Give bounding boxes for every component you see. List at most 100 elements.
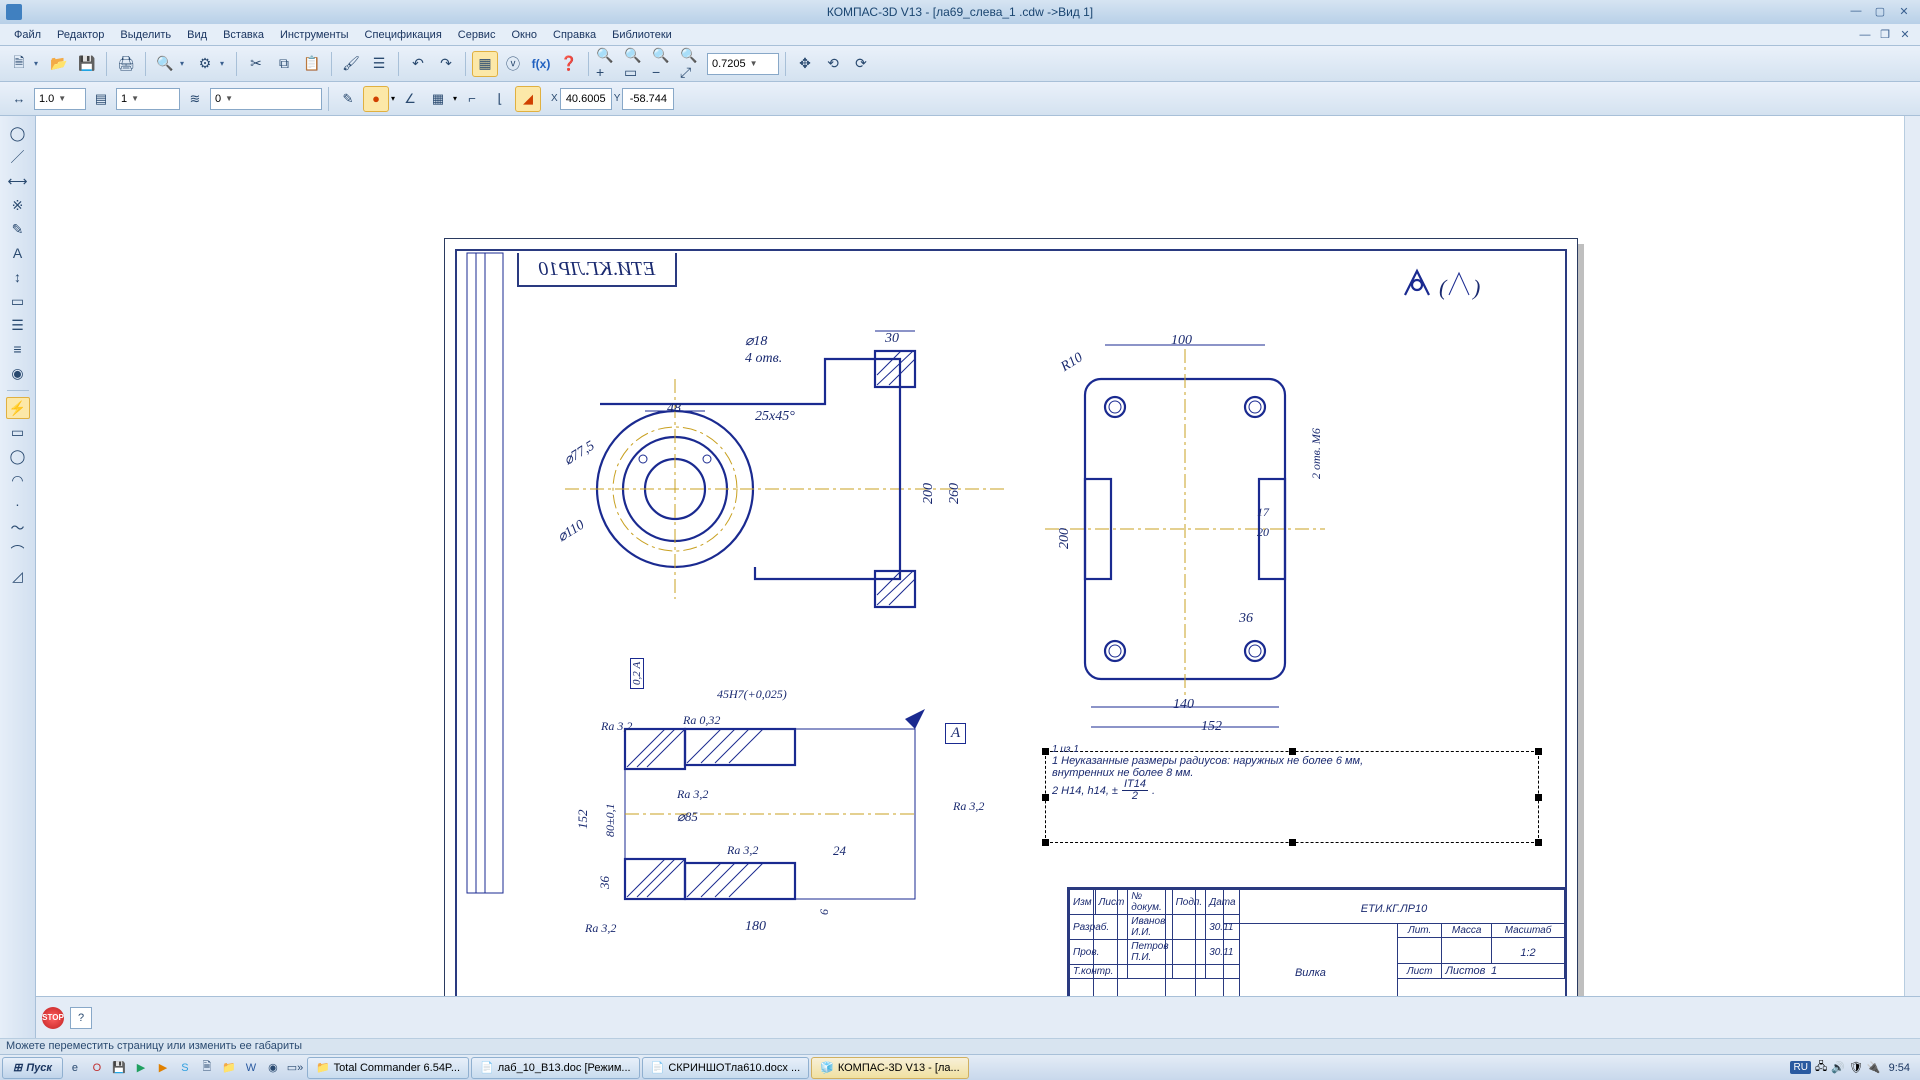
circle-tool-icon[interactable]: ◯ — [6, 445, 30, 467]
edit-tool-icon[interactable]: ✎ — [6, 218, 30, 240]
snap-toggle[interactable]: ● — [363, 86, 389, 112]
measure-tool-icon[interactable]: ↕ — [6, 266, 30, 288]
ql-chrome-icon[interactable]: ◉ — [263, 1058, 283, 1078]
line-tool-icon[interactable]: ／ — [6, 146, 30, 168]
layer-combo[interactable]: 1▼ — [116, 88, 180, 110]
spline-tool-icon[interactable]: ～ — [6, 517, 30, 539]
ql-word-icon[interactable]: W — [241, 1058, 261, 1078]
tech-notes-selected[interactable]: 1 из 1 1 Неуказанные размеры радиусов: н… — [1045, 751, 1539, 843]
menu-insert[interactable]: Вставка — [215, 26, 272, 44]
tray-usb-icon[interactable]: 🔌 — [1867, 1061, 1881, 1074]
report-tool-icon[interactable]: ≡ — [6, 338, 30, 360]
cut-button[interactable]: ✂ — [243, 51, 269, 77]
arc-tool-icon[interactable]: ◠ — [6, 469, 30, 491]
menu-tools[interactable]: Инструменты — [272, 26, 357, 44]
save-button[interactable]: 💾 — [74, 51, 100, 77]
task-tc[interactable]: 📁Total Commander 6.54P... — [307, 1057, 469, 1079]
ql-tc-icon[interactable]: 📁 — [219, 1058, 239, 1078]
layer-icon[interactable]: ▤ — [88, 86, 114, 112]
paste-button[interactable]: 📋 — [299, 51, 325, 77]
properties-button[interactable]: ☰ — [366, 51, 392, 77]
whatsthis-button[interactable]: ❓ — [556, 51, 582, 77]
zoom-combo[interactable]: 0.7205▼ — [707, 53, 779, 75]
workspace[interactable]: ЕТИ.КГ.ЛР10 — [36, 116, 1920, 1008]
zoom-out-button[interactable]: 🔍− — [651, 51, 677, 77]
active-tool-icon[interactable]: ⚡ — [6, 397, 30, 419]
panel-help-button[interactable]: ? — [70, 1007, 92, 1029]
edit-tool-icon[interactable]: ✎ — [335, 86, 361, 112]
mdi-minimize-button[interactable]: — — [1856, 28, 1874, 42]
mdi-close-button[interactable]: ✕ — [1896, 28, 1914, 42]
select-tool-icon[interactable]: ▭ — [6, 290, 30, 312]
redo-button[interactable]: ↷ — [433, 51, 459, 77]
geometry-tool-icon[interactable]: ◯ — [6, 122, 30, 144]
grid-toggle[interactable]: ▦ — [425, 86, 451, 112]
menu-libraries[interactable]: Библиотеки — [604, 26, 680, 44]
maximize-button[interactable]: ▢ — [1870, 3, 1890, 19]
ql-play-icon[interactable]: ▶ — [153, 1058, 173, 1078]
fx-button[interactable]: f(x) — [528, 51, 554, 77]
preview-button[interactable]: 🔍 — [152, 51, 178, 77]
ql-wmp-icon[interactable]: ▶ — [131, 1058, 151, 1078]
pan-button[interactable]: ✥ — [792, 51, 818, 77]
lineweight-combo[interactable]: 1.0▼ — [34, 88, 86, 110]
copy-button[interactable]: ⧉ — [271, 51, 297, 77]
print-button[interactable]: 🖨 — [113, 51, 139, 77]
chamfer-tool-icon[interactable]: ◿ — [6, 565, 30, 587]
menu-help[interactable]: Справка — [545, 26, 604, 44]
line-weight-icon[interactable]: ↔ — [6, 86, 32, 112]
scrollbar-vertical[interactable] — [1904, 116, 1920, 1008]
ql-ie-icon[interactable]: e — [65, 1058, 85, 1078]
start-button[interactable]: ⊞ Пуск — [2, 1057, 63, 1079]
clock[interactable]: 9:54 — [1885, 1062, 1914, 1074]
ql-skype-icon[interactable]: S — [175, 1058, 195, 1078]
menu-spec[interactable]: Спецификация — [357, 26, 450, 44]
style-combo[interactable]: 0▼ — [210, 88, 322, 110]
refresh-button[interactable]: ⟳ — [848, 51, 874, 77]
rect-tool-icon[interactable]: ▭ — [6, 421, 30, 443]
menu-window[interactable]: Окно — [503, 26, 545, 44]
open-button[interactable]: 📂 — [46, 51, 72, 77]
lang-indicator[interactable]: RU — [1790, 1061, 1810, 1074]
lcs-toggle[interactable]: ⌊ — [487, 86, 513, 112]
dimension-tool-icon[interactable]: ⟷ — [6, 170, 30, 192]
stop-button[interactable]: STOP — [42, 1007, 64, 1029]
angle-snap-icon[interactable]: ∠ — [397, 86, 423, 112]
menu-file[interactable]: Файл — [6, 26, 49, 44]
tray-volume-icon[interactable]: 🔊 — [1831, 1061, 1845, 1074]
task-word2[interactable]: 📄СКРИНШОТла610.docx ... — [642, 1057, 810, 1079]
symbols-tool-icon[interactable]: ※ — [6, 194, 30, 216]
library-manager-button[interactable]: ▦ — [472, 51, 498, 77]
undo-button[interactable]: ↶ — [405, 51, 431, 77]
task-word1[interactable]: 📄лаб_10_B13.doc [Режим... — [471, 1057, 640, 1079]
param-tool-icon[interactable]: A — [6, 242, 30, 264]
point-tool-icon[interactable]: · — [6, 493, 30, 515]
menu-view[interactable]: Вид — [179, 26, 215, 44]
minimize-button[interactable]: — — [1846, 3, 1866, 19]
ql-doc-icon[interactable]: 🗎 — [197, 1058, 217, 1078]
variables-button[interactable]: ⓥ — [500, 51, 526, 77]
menu-select[interactable]: Выделить — [112, 26, 179, 44]
task-kompas[interactable]: 🧊КОМПАС-3D V13 - [ла... — [811, 1057, 969, 1079]
menu-edit[interactable]: Редактор — [49, 26, 112, 44]
ql-desktop-icon[interactable]: ▭» — [285, 1058, 305, 1078]
ql-opera-icon[interactable]: O — [87, 1058, 107, 1078]
zoom-fit-button[interactable]: 🔍⤢ — [679, 51, 705, 77]
tray-network-icon[interactable]: 🖧 — [1815, 1058, 1827, 1077]
style-icon[interactable]: ≋ — [182, 86, 208, 112]
ql-save-icon[interactable]: 💾 — [109, 1058, 129, 1078]
fillet-tool-icon[interactable]: ⌒ — [6, 541, 30, 563]
new-button[interactable]: 🗎 — [6, 51, 32, 77]
zoom-window-button[interactable]: 🔍▭ — [623, 51, 649, 77]
rounding-toggle[interactable]: ◢ — [515, 86, 541, 112]
mdi-restore-button[interactable]: ❐ — [1876, 28, 1894, 42]
spec-tool-icon[interactable]: ☰ — [6, 314, 30, 336]
drawing-sheet[interactable]: ЕТИ.КГ.ЛР10 — [444, 238, 1578, 1008]
zoom-prev-button[interactable]: ⟲ — [820, 51, 846, 77]
close-button[interactable]: ✕ — [1894, 3, 1914, 19]
lib-tool-icon[interactable]: ◉ — [6, 362, 30, 384]
menu-service[interactable]: Сервис — [450, 26, 504, 44]
zoom-in-button[interactable]: 🔍+ — [595, 51, 621, 77]
format-painter-button[interactable]: 🖌 — [338, 51, 364, 77]
tray-shield-icon[interactable]: 🛡 — [1849, 1061, 1863, 1074]
